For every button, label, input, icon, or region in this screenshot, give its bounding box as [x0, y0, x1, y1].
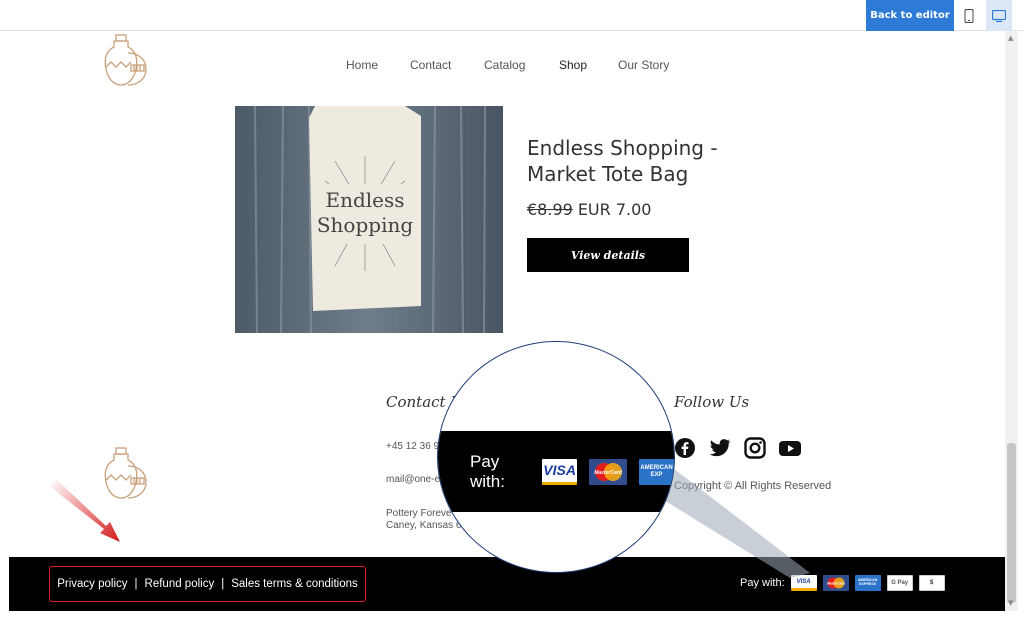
- nav-shop[interactable]: Shop: [559, 58, 587, 72]
- instagram-icon[interactable]: [744, 437, 766, 459]
- nav-catalog[interactable]: Catalog: [484, 58, 525, 72]
- scroll-up-arrow-icon[interactable]: ▲: [1008, 34, 1013, 42]
- youtube-icon[interactable]: [778, 437, 802, 459]
- magnified-amex-icon: AMERICAN EXP: [639, 458, 674, 485]
- google-pay-icon: G Pay: [886, 575, 913, 591]
- magnified-payment-strip: Pay with: VISA MasterCard AMERICAN EXP: [438, 431, 674, 512]
- contact-phone[interactable]: +45 12 36 98: [386, 441, 445, 453]
- privacy-policy-link[interactable]: Privacy policy: [57, 578, 127, 590]
- page-scrollbar[interactable]: ▲ ▼: [1005, 31, 1018, 611]
- back-to-editor-button[interactable]: Back to editor: [866, 0, 954, 31]
- pay-with-label: Pay with:: [740, 577, 785, 589]
- facebook-icon[interactable]: [674, 437, 696, 459]
- mastercard-text: MasterCard: [827, 582, 845, 586]
- magnified-mastercard-text: MasterCard: [594, 470, 622, 476]
- mastercard-icon: MasterCard: [822, 575, 849, 591]
- desktop-device-icon: [992, 9, 1006, 22]
- product-title[interactable]: Endless Shopping - Market Tote Bag: [527, 135, 747, 187]
- pottery-logo-icon[interactable]: [104, 33, 154, 89]
- mobile-view-button[interactable]: [956, 0, 982, 31]
- policy-separator: |: [134, 578, 138, 590]
- policy-links-highlight: Privacy policy | Refund policy | Sales t…: [49, 566, 366, 602]
- footer-pottery-logo-icon[interactable]: [104, 446, 154, 502]
- visa-card-icon: VISA: [790, 575, 817, 591]
- magnifier-callout: Pay with: VISA MasterCard AMERICAN EXP: [437, 341, 675, 573]
- image-text-line1: Endless: [325, 188, 404, 212]
- footer-bottom-bar: Privacy policy | Refund policy | Sales t…: [9, 557, 1005, 611]
- product-image[interactable]: Endless Shopping: [235, 106, 503, 333]
- old-price: €8.99: [527, 200, 573, 219]
- scroll-thumb[interactable]: [1007, 443, 1016, 603]
- contact-email[interactable]: mail@one-e: [386, 474, 440, 486]
- mobile-device-icon: [964, 8, 974, 23]
- product-price: €8.99 EUR 7.00: [527, 200, 651, 219]
- nav-home[interactable]: Home: [346, 58, 378, 72]
- tote-bag-photo: Endless Shopping: [235, 106, 503, 333]
- nav-contact[interactable]: Contact: [410, 58, 451, 72]
- refund-policy-link[interactable]: Refund policy: [145, 578, 215, 590]
- policy-separator: |: [221, 578, 225, 590]
- payment-methods: Pay with: VISA MasterCard AMERICAN EXPRE…: [740, 575, 945, 591]
- view-details-button[interactable]: View details: [527, 238, 689, 272]
- magnified-mastercard-icon: MasterCard: [589, 458, 628, 485]
- current-price: EUR 7.00: [577, 200, 652, 219]
- magnified-pay-with-label: Pay with:: [470, 451, 505, 491]
- amex-card-icon: AMERICAN EXPRESS: [854, 575, 881, 591]
- nav-our-story[interactable]: Our Story: [618, 58, 669, 72]
- social-links: [674, 437, 802, 459]
- magnified-visa-icon: VISA: [542, 458, 578, 485]
- cash-dollar-icon: $: [918, 575, 945, 591]
- sales-terms-link[interactable]: Sales terms & conditions: [231, 578, 358, 590]
- copyright-text: Copyright © All Rights Reserved: [674, 480, 832, 492]
- scroll-down-arrow-icon[interactable]: ▼: [1008, 599, 1013, 607]
- follow-us-heading: Follow Us: [674, 393, 750, 411]
- desktop-view-button[interactable]: [986, 0, 1012, 31]
- twitter-icon[interactable]: [708, 437, 732, 459]
- editor-toolbar: Back to editor: [0, 0, 1024, 31]
- contact-address-line2: Caney, Kansas 6: [386, 520, 462, 531]
- image-text-line2: Shopping: [317, 213, 414, 237]
